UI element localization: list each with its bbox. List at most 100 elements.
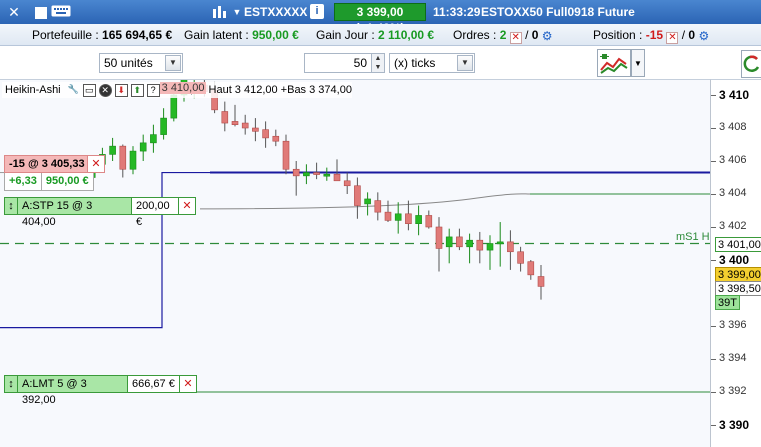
chevron-down-icon[interactable]: ▼ bbox=[165, 55, 181, 71]
units-select-value: 50 unités bbox=[104, 56, 153, 70]
orders-pending-count: 0 bbox=[531, 28, 539, 42]
chevron-down-icon[interactable]: ▼ bbox=[457, 55, 473, 71]
limit-order-widget[interactable]: ↕ A:LMT 5 @ 3 392,00 666,67 € ✕ bbox=[4, 375, 197, 406]
instrument-name[interactable]: ESTXXXXX bbox=[244, 5, 307, 19]
move-down-icon[interactable]: ⬇ bbox=[114, 83, 128, 97]
candle-body bbox=[476, 239, 484, 251]
position-label: Position : bbox=[593, 28, 643, 42]
position-pending: 0 bbox=[688, 28, 696, 42]
chart-toolbar: 50 unités ▼ 50 ▲ ▼ (x) ticks ▼ ▼ bbox=[0, 46, 761, 79]
side-tool-button[interactable] bbox=[741, 50, 761, 78]
axis-tick-label: 3 390 bbox=[719, 418, 750, 432]
ohlc-readout: 3 410,00 3 410,00 Haut 3 412,00 +Bas 3 3… bbox=[159, 82, 352, 96]
price-axis[interactable]: 3 401,00 3 399,00 3 398,50 39T 3 410 3 40… bbox=[710, 79, 761, 447]
orders-settings-icon[interactable]: ⚙ bbox=[542, 29, 553, 43]
cancel-limit-order-icon[interactable]: ✕ bbox=[180, 375, 197, 393]
position-qty-price[interactable]: -15 @ 3 405,33 bbox=[4, 155, 88, 173]
position-widget[interactable]: -15 @ 3 405,33 ✕ +6,33 950,00 € bbox=[4, 155, 105, 191]
candle-body bbox=[507, 241, 514, 253]
chart-type-icon bbox=[600, 54, 628, 74]
axis-tick-mark bbox=[711, 227, 716, 228]
chart-type-dropdown-icon[interactable]: ▼ bbox=[631, 49, 645, 77]
candle-body bbox=[221, 111, 229, 124]
axis-tick-mark bbox=[711, 260, 716, 261]
axis-tick-mark bbox=[711, 359, 716, 360]
axis-tick-label: 3 394 bbox=[719, 352, 747, 364]
candle-body bbox=[109, 145, 116, 155]
price-chart[interactable]: Heikin-Ashi 🔧 ▭ ✕ ⬇ ⬆ ? 3 410,00 3 410,0… bbox=[0, 79, 710, 447]
tick-count-label: 39T bbox=[715, 295, 740, 310]
account-info-bar: Portefeuille : 165 694,65 € Gain latent … bbox=[0, 24, 761, 46]
candle-body bbox=[323, 173, 331, 177]
candle-body bbox=[466, 239, 473, 248]
drag-handle-icon[interactable]: ↕ bbox=[4, 375, 18, 393]
candle-body bbox=[354, 185, 361, 206]
position-qty: -15 bbox=[645, 28, 664, 42]
cancel-stop-order-icon[interactable]: ✕ bbox=[179, 197, 196, 215]
cancel-orders-icon[interactable]: ✕ bbox=[509, 32, 522, 44]
ticks-count-stepper[interactable]: ▲ ▼ bbox=[371, 53, 385, 73]
day-gain-value: 2 110,00 € bbox=[378, 28, 435, 42]
axis-tick-mark bbox=[711, 326, 716, 327]
candle-body bbox=[150, 134, 157, 144]
wrench-icon[interactable]: 🔧 bbox=[67, 84, 80, 97]
bid-price-label: 3 398,50 bbox=[715, 281, 761, 296]
hover-price-tag: 3 410,00 bbox=[159, 82, 207, 94]
position-gain: 950,00 € bbox=[41, 173, 94, 191]
stop-order-widget[interactable]: ↕ A:STP 15 @ 3 404,00 200,00 € ✕ bbox=[4, 197, 196, 228]
indicator-header: Heikin-Ashi 🔧 ▭ ✕ ⬇ ⬆ ? 3 410,00 3 410,0… bbox=[2, 82, 352, 98]
remove-indicator-icon[interactable]: ✕ bbox=[98, 83, 112, 97]
candle-body bbox=[384, 211, 392, 221]
help-icon[interactable]: ? bbox=[146, 83, 160, 97]
chart-type-button[interactable] bbox=[597, 49, 631, 77]
candle-body bbox=[456, 236, 463, 248]
close-position-icon[interactable]: ✕ bbox=[666, 32, 679, 44]
axis-tick-mark bbox=[711, 161, 716, 162]
close-position-icon[interactable]: ✕ bbox=[88, 155, 105, 173]
position-settings-icon[interactable]: ⚙ bbox=[698, 29, 709, 43]
day-gain-label: Gain Jour : bbox=[316, 28, 375, 42]
candle-body bbox=[415, 215, 422, 224]
candle-body bbox=[527, 261, 535, 276]
candle-body bbox=[517, 251, 524, 264]
info-icon[interactable]: i bbox=[310, 4, 324, 19]
candle-body bbox=[303, 172, 310, 177]
candle-body bbox=[394, 213, 402, 221]
indicator-name[interactable]: Heikin-Ashi bbox=[2, 84, 64, 96]
candle-body bbox=[486, 243, 494, 251]
candle-body bbox=[262, 129, 269, 139]
stepper-down-icon[interactable]: ▼ bbox=[372, 63, 384, 72]
ticks-mode-select[interactable]: (x) ticks ▼ bbox=[389, 53, 475, 73]
keyboard-icon[interactable] bbox=[50, 4, 72, 20]
day-gain-stat: Gain Jour : 2 110,00 € bbox=[316, 28, 434, 42]
limit-order-label[interactable]: A:LMT 5 @ 3 392,00 bbox=[18, 375, 128, 406]
checkbox-icon[interactable] bbox=[33, 6, 49, 22]
close-icon[interactable]: ✕ bbox=[6, 4, 22, 20]
title-bar: ✕ ▼ ESTXXXXX i 3 399,00 (+1,43%) 11:33:2… bbox=[0, 0, 761, 35]
stepper-up-icon[interactable]: ▲ bbox=[372, 54, 384, 63]
candle-body bbox=[139, 142, 147, 152]
candle-body bbox=[435, 226, 443, 249]
candle-body bbox=[129, 150, 137, 170]
stop-order-label[interactable]: A:STP 15 @ 3 404,00 bbox=[18, 197, 132, 228]
instrument-dropdown-icon[interactable]: ▼ bbox=[229, 4, 245, 20]
axis-tick-label: 3 404 bbox=[719, 187, 747, 199]
window-icon[interactable]: ▭ bbox=[82, 83, 96, 97]
units-select[interactable]: 50 unités ▼ bbox=[99, 53, 183, 73]
unrealized-gain-value: 950,00 € bbox=[252, 28, 299, 42]
move-up-icon[interactable]: ⬆ bbox=[130, 83, 144, 97]
ticks-mode-value: (x) ticks bbox=[394, 56, 436, 70]
axis-tick-mark bbox=[711, 194, 716, 195]
axis-tick-mark bbox=[711, 95, 716, 96]
ticks-count-input[interactable]: 50 bbox=[304, 53, 372, 73]
portfolio-label: Portefeuille : bbox=[32, 28, 99, 42]
bar-chart-icon[interactable] bbox=[211, 4, 227, 20]
axis-tick-mark bbox=[711, 392, 716, 393]
orders-label: Ordres : bbox=[453, 28, 497, 42]
drag-handle-icon[interactable]: ↕ bbox=[4, 197, 18, 215]
candle-body bbox=[537, 276, 545, 287]
candle-body bbox=[241, 122, 249, 129]
axis-tick-label: 3 406 bbox=[719, 154, 747, 166]
orders-separator: / bbox=[525, 28, 529, 42]
portfolio-stat: Portefeuille : 165 694,65 € bbox=[32, 28, 172, 42]
